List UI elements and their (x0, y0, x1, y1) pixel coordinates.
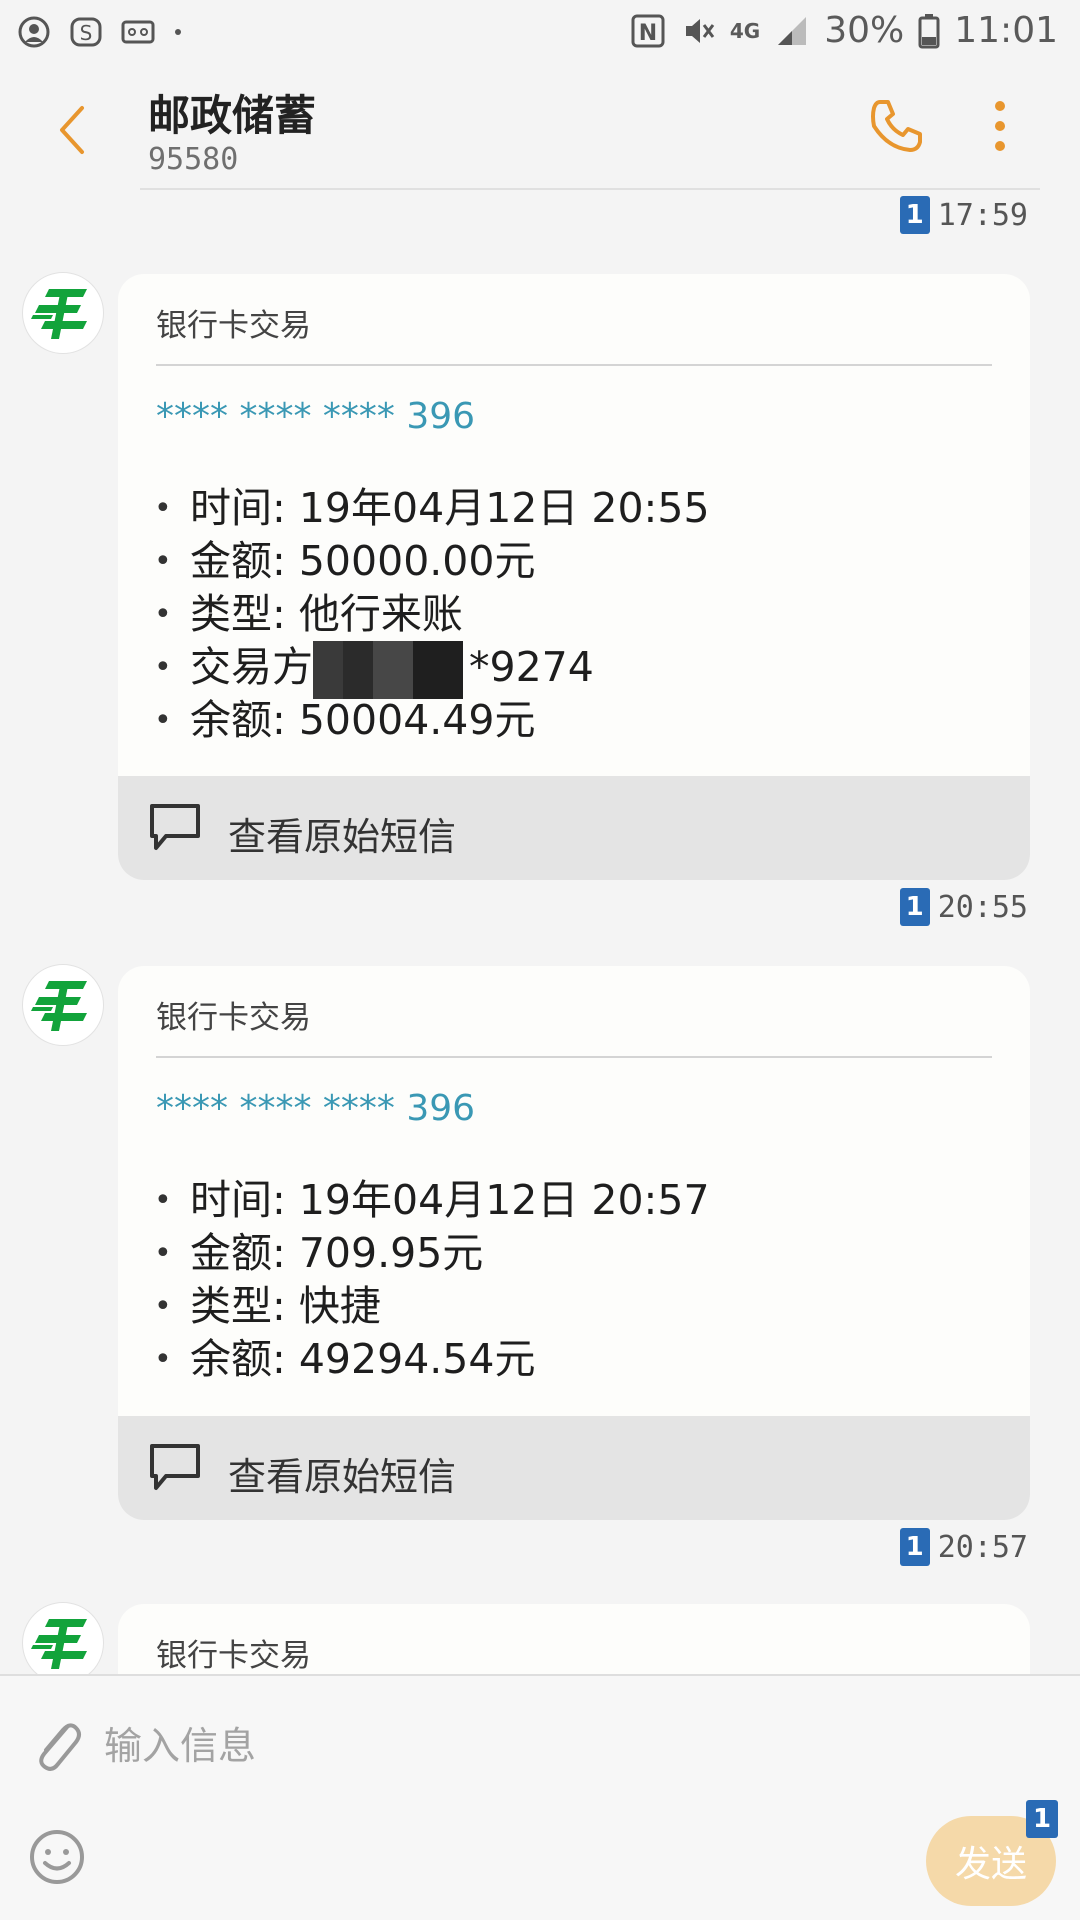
back-icon[interactable] (48, 100, 96, 160)
paperclip-icon[interactable] (28, 1712, 84, 1776)
view-original-label: 查看原始短信 (228, 815, 457, 859)
view-original-button[interactable]: 查看原始短信 (118, 1416, 1030, 1520)
contact-name: 邮政储蓄 (148, 91, 317, 140)
detail-item: 类型: 快捷 (154, 1280, 1030, 1333)
message-input[interactable] (104, 1716, 864, 1776)
message-timestamp: 1 20:55 (899, 888, 1028, 926)
sender-avatar[interactable] (22, 1602, 104, 1684)
more-options-icon[interactable] (980, 94, 1020, 158)
china-post-logo-icon (31, 1619, 87, 1669)
card-label: 银行卡交易 (156, 1638, 311, 1674)
clock: 11:01 (954, 10, 1058, 51)
conversation-header: 邮政储蓄 95580 (0, 66, 1080, 190)
account-number[interactable]: **** **** **** 396 (118, 1058, 1030, 1154)
nfc-icon: N (631, 14, 665, 47)
detail-item: 金额: 50000.00元 (154, 535, 1030, 588)
svg-text:N: N (639, 21, 657, 46)
card-divider (156, 364, 992, 366)
china-post-logo-icon (31, 981, 87, 1031)
sender-avatar[interactable] (22, 964, 104, 1046)
phone-icon[interactable] (866, 96, 926, 156)
detail-item: 金额: 709.95元 (154, 1227, 1030, 1280)
battery-percent: 30% (824, 10, 905, 51)
transaction-card: 银行卡交易 (118, 1604, 1030, 1676)
sim-badge: 1 (899, 1528, 930, 1566)
account-icon (18, 16, 50, 48)
battery-icon (918, 13, 940, 48)
card-label: 银行卡交易 (156, 308, 311, 344)
card-divider (156, 1056, 992, 1058)
detail-item: 交易方 *9274 (154, 641, 1030, 699)
transaction-card: 银行卡交易 **** **** **** 396 时间: 19年04月12日 2… (118, 274, 1030, 880)
svg-text:S: S (80, 21, 93, 45)
transaction-details: 时间: 19年04月12日 20:57 金额: 709.95元 类型: 快捷 余… (118, 1154, 1030, 1386)
message-timestamp: 1 20:57 (899, 1528, 1028, 1566)
detail-prefix: 交易方 (190, 643, 313, 691)
emoji-icon[interactable] (28, 1828, 86, 1886)
contact-number: 95580 (148, 142, 239, 177)
dot-icon (175, 29, 181, 35)
transaction-card: 银行卡交易 **** **** **** 396 时间: 19年04月12日 2… (118, 966, 1030, 1520)
sender-avatar[interactable] (22, 272, 104, 354)
view-original-button[interactable]: 查看原始短信 (118, 776, 1030, 880)
voicemail-icon (121, 20, 155, 44)
message-composer: 发送 1 (0, 1674, 1080, 1920)
account-number[interactable]: **** **** **** 396 (118, 366, 1030, 462)
message-timestamp: 1 17:59 (899, 196, 1028, 234)
signal-icon (778, 16, 807, 45)
mute-icon (685, 18, 715, 43)
detail-item: 时间: 19年04月12日 20:55 (154, 482, 1030, 535)
sim-badge: 1 (1026, 1800, 1058, 1838)
timestamp-text: 20:57 (937, 1529, 1028, 1565)
message-bubble-icon (150, 1444, 200, 1490)
s-app-icon: S (70, 17, 102, 47)
header-divider (140, 188, 1040, 190)
message-bubble-icon (150, 804, 200, 850)
view-original-label: 查看原始短信 (228, 1455, 457, 1499)
status-bar: S N 4G 30% 11:01 (0, 0, 1080, 66)
timestamp-text: 20:55 (937, 889, 1028, 925)
detail-item: 类型: 他行来账 (154, 588, 1030, 641)
sim-badge: 1 (899, 196, 930, 234)
detail-item: 余额: 50004.49元 (154, 694, 1030, 747)
detail-suffix: *9274 (469, 643, 594, 691)
timestamp-text: 17:59 (937, 197, 1028, 233)
card-label: 银行卡交易 (156, 1000, 311, 1036)
redacted-region (313, 641, 463, 699)
network-label: 4G (729, 18, 761, 43)
china-post-logo-icon (31, 289, 87, 339)
transaction-details: 时间: 19年04月12日 20:55 金额: 50000.00元 类型: 他行… (118, 462, 1030, 747)
detail-item: 余额: 49294.54元 (154, 1333, 1030, 1386)
sim-badge: 1 (899, 888, 930, 926)
detail-item: 时间: 19年04月12日 20:57 (154, 1174, 1030, 1227)
